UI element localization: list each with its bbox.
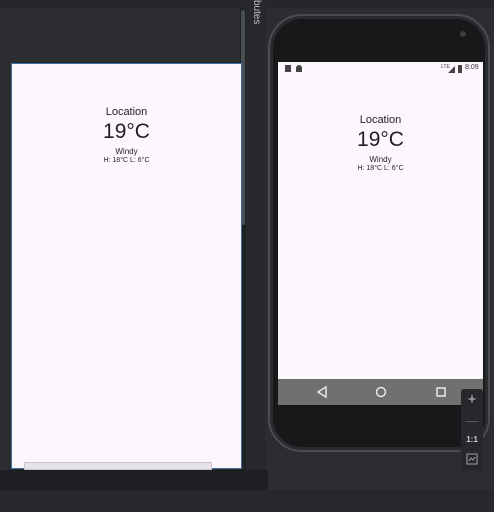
notification-android-icon [296,65,302,72]
design-bottom-component[interactable] [24,462,212,470]
device-high-low-text: H: 18°C L: 6°C [357,165,404,172]
editor-bottom-bar [0,490,494,512]
back-triangle-icon[interactable] [316,386,328,398]
status-time: 8:09 [465,64,479,71]
design-high-low-text: H: 18°C L: 6°C [103,157,150,164]
attributes-tab[interactable]: butes [250,0,262,30]
zoom-reset-button[interactable]: 1:1 [461,435,483,444]
home-circle-icon[interactable] [375,386,387,398]
zoom-to-fit-icon[interactable] [466,453,478,465]
device-weather-block: Location 19°C Windy H: 18°C L: 6°C [278,114,483,172]
device-condition-text: Windy [369,155,392,164]
zoom-out-button[interactable]: — [461,413,483,428]
design-surface[interactable]: Location 19°C Windy H: 18°C L: 6°C [11,63,242,469]
recents-square-icon[interactable] [435,386,447,398]
zoom-controls: + — 1:1 [461,389,483,471]
device-screen[interactable]: Location 19°C Windy H: 18°C L: 6°C [278,62,483,404]
notification-sd-icon [285,65,291,72]
signal-icon [448,66,455,73]
battery-icon [458,65,462,73]
device-navigation-bar [278,379,483,405]
design-location-text: Location [105,106,148,118]
device-temperature-text: 19°C [357,128,404,151]
panel-divider[interactable] [246,0,266,490]
design-bottom-shelf [0,470,268,490]
design-temperature-text: 19°C [103,120,150,143]
device-camera [460,31,466,37]
zoom-in-button[interactable]: + [461,391,483,408]
design-condition-text: Windy [115,147,138,156]
device-status-bar: LTE 8:09 [278,62,483,76]
device-location-text: Location [359,114,402,126]
design-weather-block: Location 19°C Windy H: 18°C L: 6°C [12,106,241,164]
